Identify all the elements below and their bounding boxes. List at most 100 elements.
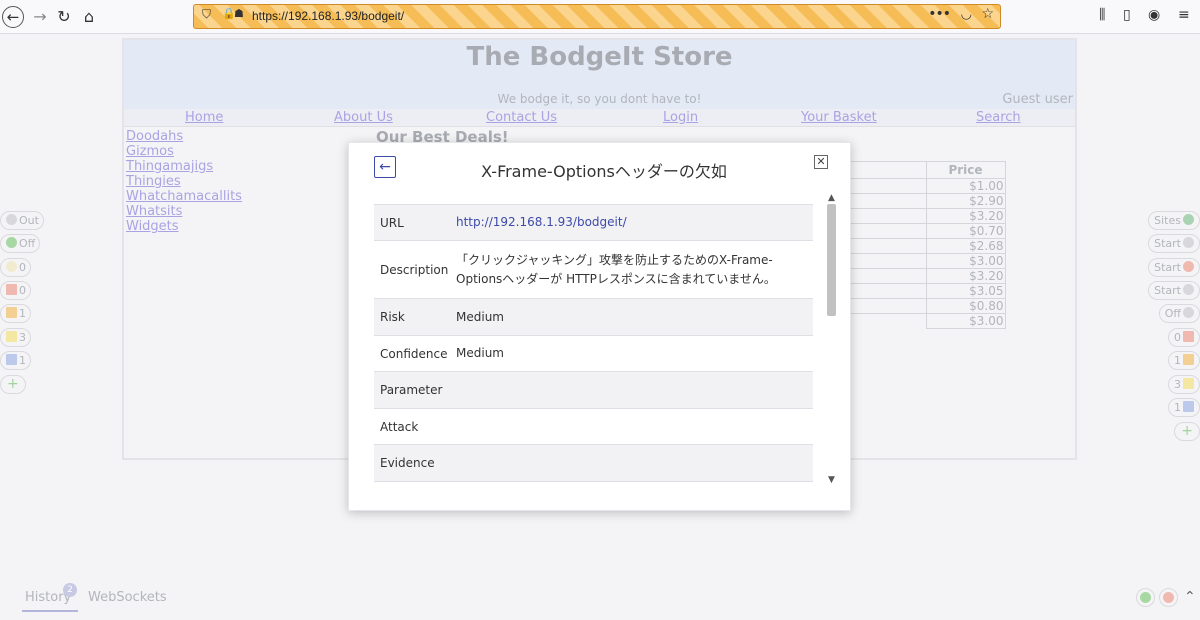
- category-link[interactable]: Whatsits: [126, 204, 242, 219]
- hud-break-button[interactable]: Off: [0, 234, 41, 253]
- row-key: Confidence: [380, 346, 448, 361]
- menu-basket-link[interactable]: Your Basket: [801, 110, 877, 125]
- menu-about-link[interactable]: About Us: [334, 110, 393, 125]
- page-title: The BodgeIt Store: [466, 42, 733, 72]
- hud-attack-mode-button[interactable]: Off: [1158, 304, 1200, 323]
- history-count-badge: 2: [63, 583, 77, 597]
- table-row: Description 「クリックジャッキング」攻撃を防止するためのX-Fram…: [374, 240, 813, 299]
- row-key: Description: [380, 262, 449, 277]
- hud-info-alerts-button[interactable]: 1: [0, 351, 31, 370]
- menu-hamburger-icon[interactable]: ≡: [1178, 7, 1190, 23]
- green-dot-icon: [6, 237, 17, 248]
- row-value: [450, 409, 813, 445]
- red-flag-icon: [6, 284, 17, 295]
- row-value: 「クリックジャッキング」攻撃を防止するためのX-Frame-Optionsヘッダ…: [456, 252, 776, 286]
- category-link[interactable]: Widgets: [126, 219, 242, 234]
- hud-medium-alerts-button[interactable]: 1: [1168, 351, 1200, 370]
- table-row: URL http://192.168.1.93/bodgeit/: [374, 204, 813, 241]
- category-link[interactable]: Doodahs: [126, 129, 242, 144]
- back-arrow-icon: ←: [379, 159, 391, 175]
- tagline: We bodge it, so you dont have to!: [497, 92, 702, 106]
- scroll-down-icon[interactable]: ▼: [825, 474, 838, 486]
- row-key: Risk: [380, 310, 405, 324]
- alert-url-link[interactable]: http://192.168.1.93/bodgeit/: [456, 215, 627, 229]
- category-link[interactable]: Thingies: [126, 174, 242, 189]
- hud-high-alerts-button[interactable]: 0: [0, 281, 31, 300]
- circle-icon: [6, 214, 17, 225]
- row-value: Medium: [456, 346, 504, 360]
- hud-low-alerts-button[interactable]: 3: [1168, 375, 1200, 394]
- pocket-icon[interactable]: ◡: [961, 7, 972, 22]
- hud-high-alerts-button[interactable]: 0: [1168, 328, 1200, 347]
- add-tool-icon[interactable]: +: [0, 375, 26, 394]
- main-menu: Home About Us Contact Us Login Your Bask…: [124, 109, 1075, 127]
- record-icon[interactable]: [1136, 588, 1155, 607]
- hud-ajax-spider-button[interactable]: Start: [1148, 258, 1200, 277]
- hud-sites-button[interactable]: Sites: [1148, 211, 1200, 230]
- row-key: Attack: [380, 419, 419, 434]
- menu-login-link[interactable]: Login: [663, 110, 698, 125]
- menu-search-link[interactable]: Search: [976, 110, 1021, 125]
- scroll-up-icon[interactable]: ▲: [825, 192, 838, 204]
- target-icon: [1183, 307, 1194, 318]
- menu-contact-link[interactable]: Contact Us: [486, 110, 557, 125]
- sidebar-icon[interactable]: ▯: [1123, 7, 1131, 23]
- modal-back-button[interactable]: ←: [374, 156, 396, 178]
- price-cell: $3.20: [925, 208, 1006, 224]
- price-cell: $3.05: [925, 283, 1006, 299]
- bug-icon[interactable]: [1159, 588, 1178, 607]
- forward-arrow-icon[interactable]: →: [28, 5, 52, 29]
- home-icon[interactable]: ⌂: [77, 5, 101, 29]
- ajax-spider-icon: [1183, 261, 1194, 272]
- attack-icon: [1183, 284, 1194, 295]
- shield-icon[interactable]: ⛉: [202, 7, 211, 22]
- url-text[interactable]: https://192.168.1.93/bodgeit/: [252, 9, 404, 23]
- websockets-tab[interactable]: WebSockets: [88, 590, 167, 605]
- blue-flag-icon: [1183, 401, 1194, 412]
- url-bar[interactable]: ⛉ 🔒 ☗ https://192.168.1.93/bodgeit/ ••• …: [193, 4, 1001, 29]
- spider-icon: [1183, 237, 1194, 248]
- hud-info-alerts-button[interactable]: 1: [1168, 398, 1200, 417]
- table-row: Attack: [374, 408, 813, 445]
- more-icon[interactable]: •••: [928, 6, 951, 22]
- price-cell: $2.68: [925, 238, 1006, 254]
- browser-toolbar: ← → ↻ ⌂ ⛉ 🔒 ☗ https://192.168.1.93/bodge…: [0, 0, 1200, 34]
- modal-scrollbar[interactable]: ▲ ▼: [825, 192, 838, 486]
- yellow-flag-icon: [1183, 378, 1194, 389]
- category-link[interactable]: Gizmos: [126, 144, 242, 159]
- back-arrow-icon[interactable]: ←: [2, 6, 24, 28]
- orange-flag-icon: [6, 307, 17, 318]
- scrollbar-thumb[interactable]: [827, 204, 836, 316]
- alert-details-scroll-area[interactable]: URL http://192.168.1.93/bodgeit/ Descrip…: [374, 204, 814, 482]
- price-cell: $0.70: [925, 223, 1006, 239]
- library-icon[interactable]: ⫼: [1099, 7, 1105, 23]
- close-icon[interactable]: ✕: [814, 155, 828, 169]
- deals-table: Price $1.00 $2.90 $3.20 $0.70 $2.68 $3.0…: [850, 161, 1006, 329]
- collapse-chevron-icon[interactable]: ⌃: [1184, 589, 1196, 605]
- table-row: Risk Medium: [374, 298, 813, 336]
- alert-details-table: URL http://192.168.1.93/bodgeit/ Descrip…: [374, 204, 813, 482]
- hud-spider-button[interactable]: Start: [1148, 234, 1200, 253]
- robot-icon[interactable]: ☗: [234, 7, 244, 20]
- price-header: Price: [925, 161, 1006, 179]
- category-link[interactable]: Thingamajigs: [126, 159, 242, 174]
- bookmark-star-icon[interactable]: ☆: [981, 6, 994, 22]
- globe-icon: [1183, 214, 1194, 225]
- hud-low-alerts-button[interactable]: 3: [0, 328, 31, 347]
- hud-medium-alerts-button[interactable]: 1: [0, 304, 31, 323]
- account-icon[interactable]: ◉: [1148, 7, 1160, 23]
- add-tool-icon[interactable]: +: [1174, 422, 1200, 441]
- menu-home-link[interactable]: Home: [185, 110, 223, 125]
- reload-icon[interactable]: ↻: [52, 5, 76, 29]
- hud-active-scan-button[interactable]: Start: [1148, 281, 1200, 300]
- row-key: Evidence: [380, 456, 435, 470]
- category-link[interactable]: Whatchamacallits: [126, 189, 242, 204]
- hud-scope-button[interactable]: Out: [0, 211, 44, 230]
- blue-flag-icon: [6, 354, 17, 365]
- price-cell: $1.00: [925, 178, 1006, 194]
- hud-info-button[interactable]: 0: [0, 258, 31, 277]
- price-cell: $3.00: [925, 313, 1006, 329]
- row-value: [450, 372, 813, 409]
- store-header: The BodgeIt Store We bodge it, so you do…: [124, 40, 1075, 109]
- modal-title: X-Frame-Optionsヘッダーの欠如: [481, 162, 727, 181]
